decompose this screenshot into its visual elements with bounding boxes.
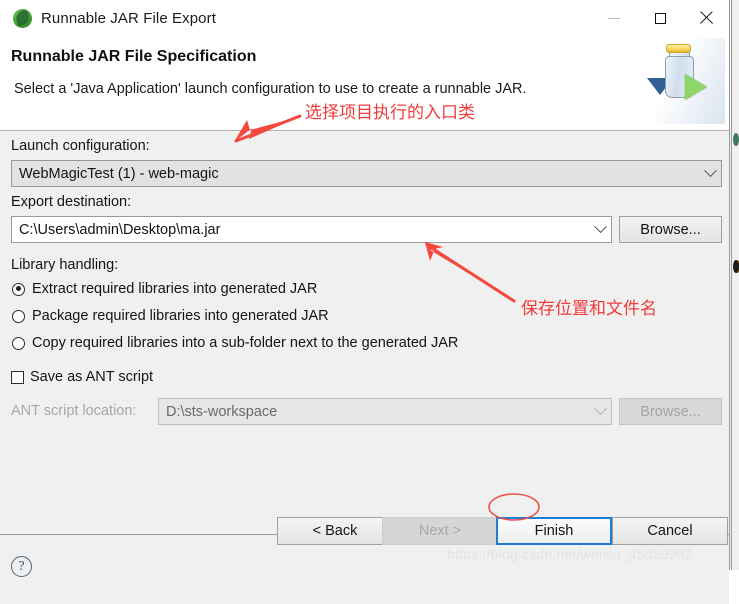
- radio-package-libraries[interactable]: Package required libraries into generate…: [12, 308, 329, 324]
- ant-script-location-combo[interactable]: D:\sts-workspace: [158, 398, 612, 425]
- maximize-icon: [654, 12, 666, 24]
- export-destination-value: C:\Users\admin\Desktop\ma.jar: [19, 221, 221, 238]
- export-destination-label: Export destination:: [11, 194, 132, 210]
- save-as-ant-script-checkbox[interactable]: Save as ANT script: [11, 369, 153, 385]
- background-icon-green: [733, 133, 739, 146]
- close-icon: [699, 11, 713, 25]
- chevron-down-icon: [699, 164, 721, 178]
- page-description: Select a 'Java Application' launch confi…: [14, 81, 527, 97]
- launch-configuration-combo[interactable]: WebMagicTest (1) - web-magic: [11, 160, 722, 187]
- ant-script-browse-button[interactable]: Browse...: [619, 398, 722, 425]
- checkbox-indicator: [11, 370, 24, 384]
- ant-script-location-label: ANT script location:: [11, 403, 137, 419]
- help-question-icon[interactable]: ?: [11, 556, 32, 577]
- close-button[interactable]: [683, 0, 729, 36]
- window-controls: [591, 0, 729, 36]
- next-button[interactable]: Next >: [382, 517, 498, 545]
- dialog-content: Launch configuration: WebMagicTest (1) -…: [0, 131, 729, 535]
- checkbox-label: Save as ANT script: [30, 369, 154, 385]
- watermark: https://blog.csdn.net/weixin_45059962: [447, 546, 693, 562]
- chevron-down-icon: [589, 402, 611, 416]
- back-button[interactable]: < Back: [277, 517, 393, 545]
- radio-indicator: [12, 309, 25, 323]
- radio-label: Extract required libraries into generate…: [32, 281, 318, 297]
- ant-script-location-value: D:\sts-workspace: [166, 403, 278, 420]
- radio-label: Package required libraries into generate…: [32, 308, 329, 324]
- background-icon-dark: [733, 260, 739, 273]
- radio-copy-libraries[interactable]: Copy required libraries into a sub-folde…: [12, 335, 458, 351]
- annotation-note-export-destination: 保存位置和文件名: [521, 299, 657, 319]
- minimize-icon: [608, 17, 620, 19]
- chevron-down-icon: [589, 220, 611, 234]
- cancel-button[interactable]: Cancel: [612, 517, 728, 545]
- maximize-button[interactable]: [637, 0, 683, 36]
- annotation-note-launch-config: 选择项目执行的入口类: [305, 103, 475, 123]
- radio-label: Copy required libraries into a sub-folde…: [32, 335, 459, 351]
- radio-extract-libraries[interactable]: Extract required libraries into generate…: [12, 281, 317, 297]
- window-title: Runnable JAR File Export: [41, 9, 216, 27]
- jar-export-icon: [635, 38, 725, 124]
- title-bar: Runnable JAR File Export: [0, 0, 729, 36]
- finish-button[interactable]: Finish: [496, 517, 612, 545]
- launch-configuration-value: WebMagicTest (1) - web-magic: [19, 165, 219, 182]
- export-destination-browse-button[interactable]: Browse...: [619, 216, 722, 243]
- export-destination-combo[interactable]: C:\Users\admin\Desktop\ma.jar: [11, 216, 612, 243]
- background-window-strip: [731, 0, 739, 570]
- radio-indicator: [12, 336, 25, 350]
- page-title: Runnable JAR File Specification: [11, 48, 257, 65]
- minimize-button[interactable]: [591, 0, 637, 36]
- screen: Runnable JAR File Export Runnable JAR Fi…: [0, 0, 739, 604]
- eclipse-leaf-icon: [13, 8, 32, 28]
- radio-indicator: [12, 282, 25, 296]
- runnable-jar-export-dialog: Runnable JAR File Export Runnable JAR Fi…: [0, 0, 730, 604]
- launch-configuration-label: Launch configuration:: [11, 138, 150, 154]
- library-handling-label: Library handling:: [11, 257, 119, 273]
